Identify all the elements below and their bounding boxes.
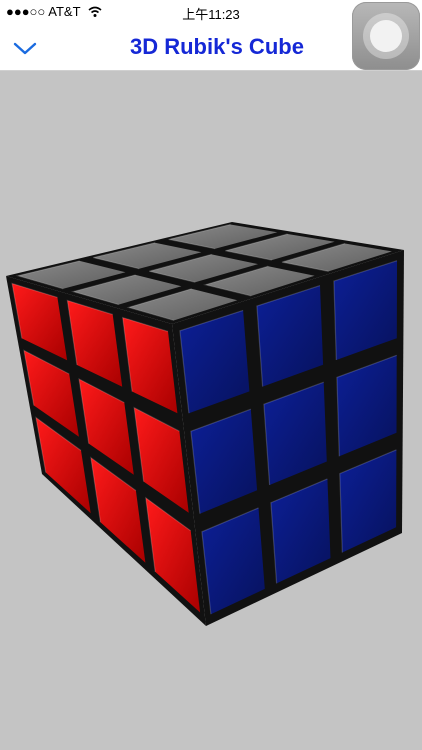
assistive-touch-icon[interactable] [352, 2, 420, 70]
rubiks-cube-view[interactable] [0, 70, 422, 750]
page-title: 3D Rubik's Cube [130, 34, 304, 59]
chevron-down-icon[interactable] [12, 36, 38, 60]
